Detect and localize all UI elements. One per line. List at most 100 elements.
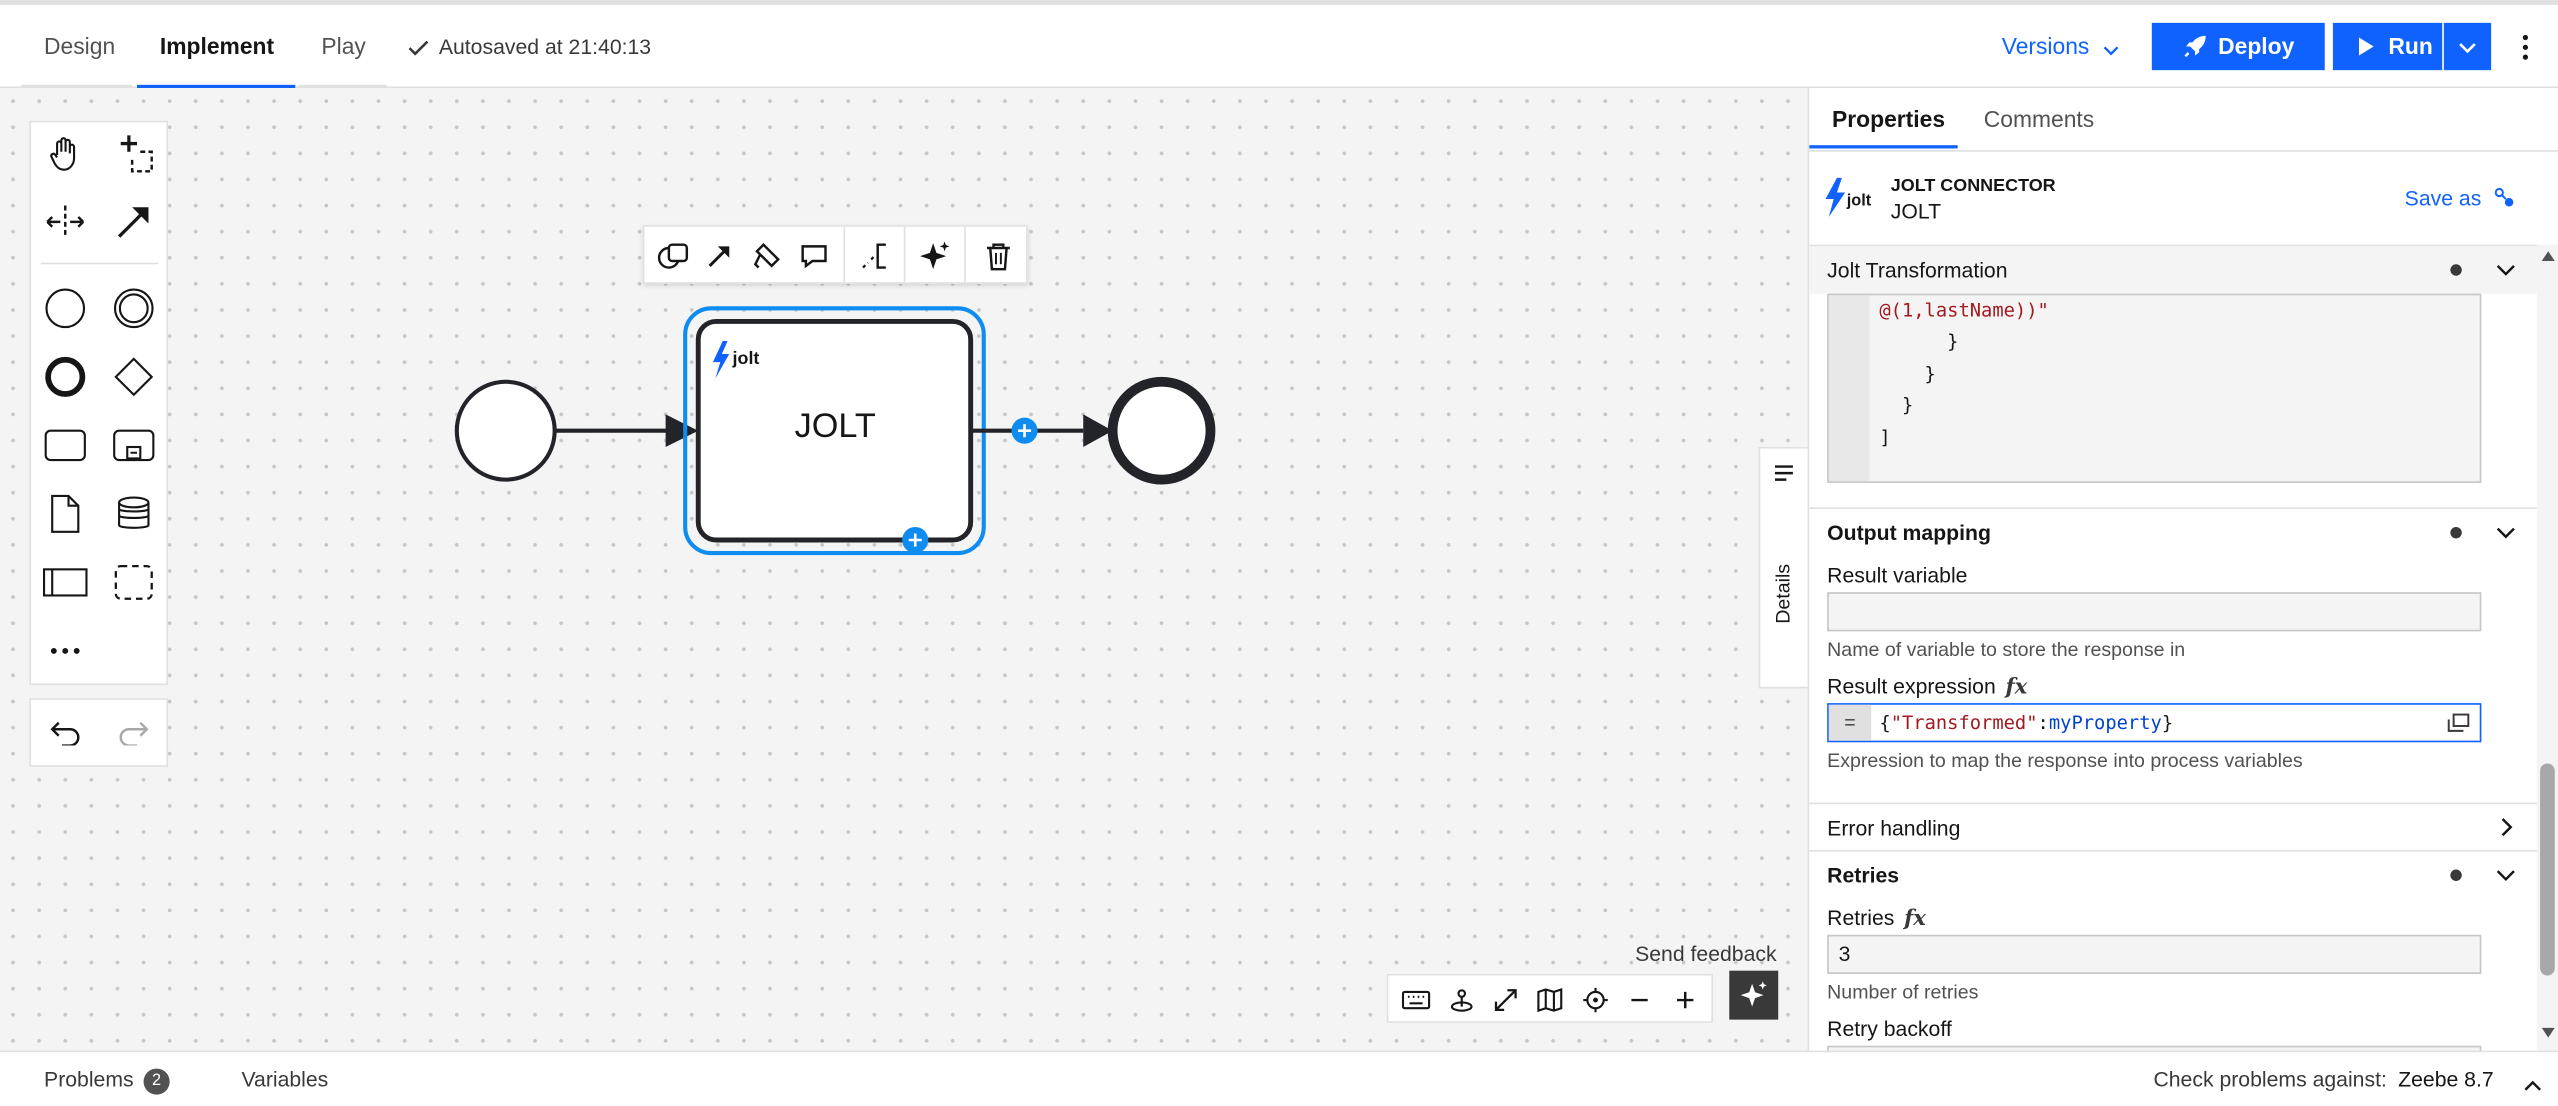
group-has-entries-indicator — [2450, 526, 2462, 539]
editor-gutter — [1828, 295, 1870, 482]
retries-input[interactable]: 3 — [1827, 934, 2482, 974]
result-expression-input[interactable]: = {"Transformed":myProperty} — [1827, 703, 2482, 743]
chevron-down-icon — [2496, 870, 2515, 882]
scroll-up-icon[interactable] — [2541, 251, 2555, 262]
jolt-logo-text: jolt — [732, 349, 760, 369]
fullscreen-icon[interactable] — [1488, 982, 1524, 1018]
chevron-right-icon — [2501, 818, 2513, 837]
tab-comments[interactable]: Comments — [1961, 88, 2108, 148]
task-icon[interactable] — [41, 421, 90, 470]
deploy-button[interactable]: Deploy — [2151, 22, 2325, 71]
text-annotation-icon[interactable] — [853, 235, 895, 277]
retries-help: Number of retries — [1827, 980, 1979, 1004]
context-pad-divider — [964, 226, 966, 283]
feel-expression-icon: fx — [2005, 675, 2028, 700]
group-error-handling[interactable]: Error handling — [1809, 804, 2537, 851]
data-store-icon[interactable] — [109, 489, 158, 538]
run-options-button[interactable] — [2443, 22, 2492, 71]
group-title: Output mapping — [1827, 520, 1991, 545]
retries-label-row: Retries fx — [1827, 905, 1926, 931]
subprocess-icon[interactable] — [109, 421, 158, 470]
run-button[interactable]: Run — [2332, 22, 2443, 71]
group-icon[interactable] — [109, 558, 158, 607]
ai-sparkle-icon — [1740, 981, 1767, 1007]
task-label: JOLT — [794, 407, 876, 446]
template-icon — [2494, 187, 2513, 207]
hand-tool-icon[interactable] — [41, 129, 90, 178]
tab-properties[interactable]: Properties — [1809, 88, 1958, 149]
sequence-flow-task-to-end[interactable] — [972, 414, 1113, 448]
start-event-icon[interactable] — [41, 284, 90, 333]
expr-colon: : — [2037, 711, 2049, 735]
variables-tab[interactable]: Variables — [241, 1067, 328, 1091]
deploy-label: Deploy — [2218, 32, 2295, 59]
top-bar: Design Implement Play Autosaved at 21:40… — [0, 0, 2558, 89]
group-output-mapping[interactable]: Output mapping — [1809, 509, 2537, 556]
redo-icon[interactable] — [109, 708, 158, 757]
checkmark-icon — [408, 40, 429, 56]
pool-icon[interactable] — [41, 558, 90, 607]
change-type-icon[interactable] — [653, 235, 695, 277]
append-plus-icon[interactable] — [1011, 417, 1038, 444]
chevron-up-icon[interactable] — [2524, 1070, 2542, 1099]
group-retries[interactable]: Retries — [1809, 852, 2537, 899]
engine-version-selector[interactable]: Zeebe 8.7 — [2398, 1067, 2494, 1091]
intermediate-event-icon[interactable] — [109, 284, 158, 333]
check-problems-label: Check problems against: — [2153, 1066, 2387, 1092]
connect-tool-icon[interactable] — [109, 197, 158, 246]
tab-play[interactable]: Play — [298, 5, 387, 89]
code-line: } — [1879, 393, 1914, 417]
undo-redo-panel — [29, 698, 169, 767]
scroll-down-icon[interactable] — [2541, 1027, 2555, 1038]
overflow-menu-icon[interactable] — [2509, 34, 2542, 67]
bpmn-canvas[interactable]: jolt JOLT Details Send feedback — [0, 88, 1808, 1051]
end-event[interactable] — [1107, 376, 1216, 485]
data-object-icon[interactable] — [41, 489, 90, 538]
code-line: } — [1879, 330, 1959, 354]
scrollbar-thumb[interactable] — [2540, 763, 2555, 976]
problems-tab[interactable]: Problems 2 — [44, 1067, 170, 1095]
delete-icon[interactable] — [977, 235, 1019, 277]
open-popup-editor-icon[interactable] — [2447, 711, 2470, 740]
chevron-down-icon — [2459, 43, 2476, 54]
lasso-tool-icon[interactable] — [109, 129, 158, 178]
jolt-spec-editor[interactable]: @(1,lastName))" } } }] — [1827, 293, 2482, 483]
gateway-icon[interactable] — [109, 352, 158, 401]
tool-palette — [29, 120, 169, 686]
more-icon[interactable] — [41, 626, 90, 675]
ai-sparkle-icon[interactable] — [914, 235, 956, 277]
svg-text:jolt: jolt — [1846, 192, 1872, 210]
task-append-plus-icon[interactable] — [902, 526, 929, 554]
ai-assistant-button[interactable] — [1729, 970, 1779, 1020]
comment-icon[interactable] — [793, 235, 835, 277]
tab-design[interactable]: Design — [21, 5, 133, 89]
group-title: Retries — [1827, 863, 1900, 888]
connect-arrow-icon[interactable] — [698, 235, 740, 277]
sequence-flow-start-to-task[interactable] — [554, 414, 699, 448]
element-type: JOLT CONNECTOR — [1890, 176, 2056, 196]
zoom-out-icon[interactable] — [1622, 982, 1658, 1018]
space-tool-icon[interactable] — [41, 197, 90, 246]
result-variable-input[interactable] — [1827, 592, 2482, 632]
group-jolt-transformation[interactable]: Jolt Transformation — [1809, 246, 2537, 294]
start-event[interactable] — [454, 379, 557, 482]
save-as-label: Save as — [2404, 185, 2482, 211]
reset-view-icon[interactable] — [1444, 982, 1480, 1018]
details-label: Details — [1771, 563, 1795, 624]
undo-icon[interactable] — [41, 708, 90, 757]
tab-implement[interactable]: Implement — [137, 5, 296, 89]
group-title: Jolt Transformation — [1827, 257, 2008, 283]
send-feedback-link[interactable]: Send feedback — [1635, 941, 1776, 965]
center-view-icon[interactable] — [1578, 982, 1614, 1018]
chevron-down-icon — [2103, 46, 2118, 56]
element-header: jolt JOLT CONNECTOR JOLT Save as — [1809, 150, 2558, 247]
end-event-icon[interactable] — [41, 352, 90, 401]
minimap-icon[interactable] — [1532, 982, 1568, 1018]
color-brush-icon[interactable] — [746, 235, 788, 277]
zoom-in-icon[interactable] — [1667, 982, 1703, 1018]
versions-label: Versions — [2001, 32, 2090, 59]
versions-dropdown[interactable]: Versions — [2002, 5, 2119, 88]
save-as-button[interactable]: Save as — [2405, 186, 2514, 210]
result-variable-label: Result variable — [1827, 562, 1968, 588]
keyboard-icon[interactable] — [1398, 982, 1434, 1018]
